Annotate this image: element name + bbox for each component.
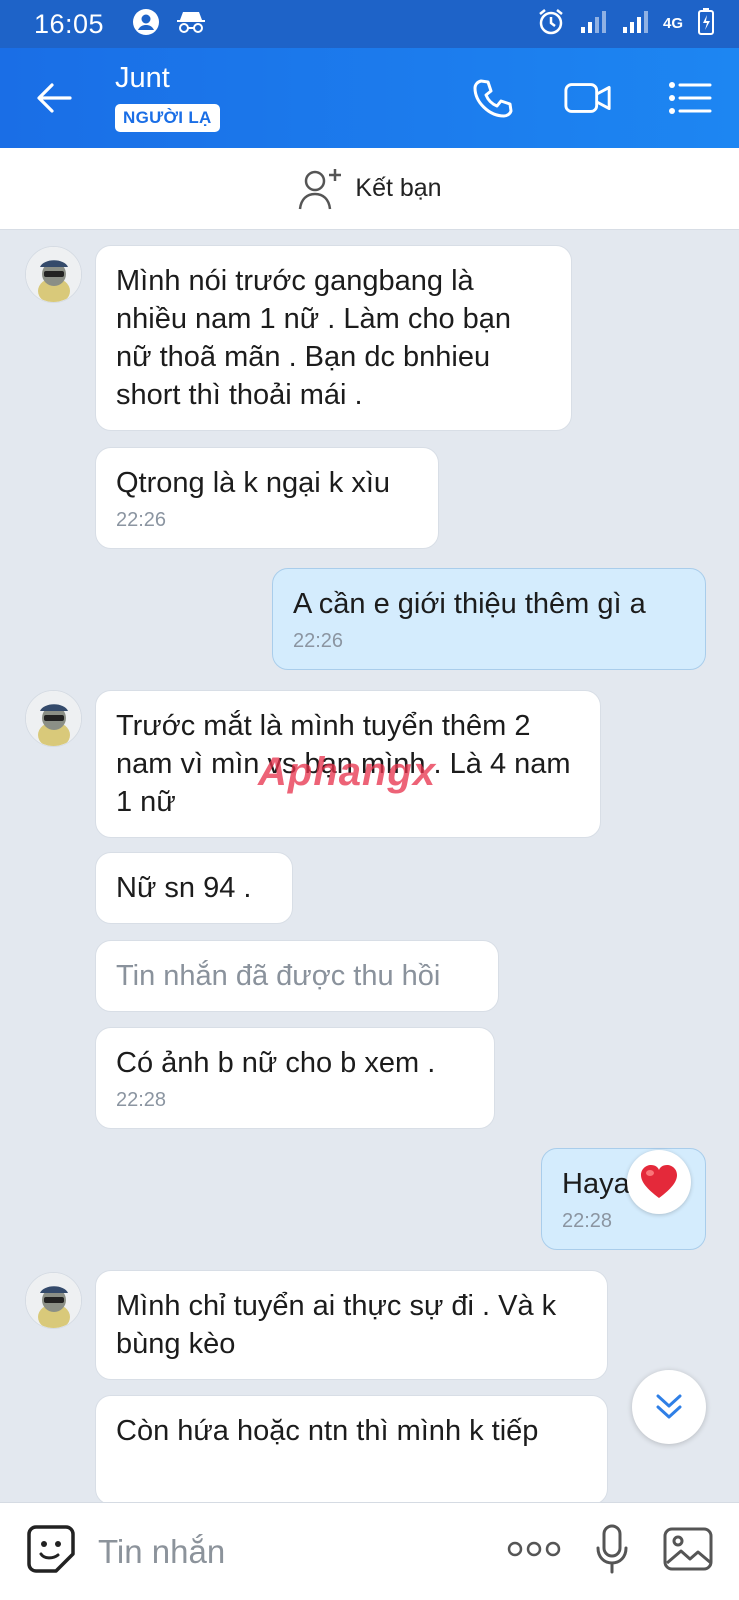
list-menu-icon [669,82,712,114]
phone-icon [473,79,513,118]
voice-record-button[interactable] [595,1524,629,1579]
double-chevron-down-icon [656,1394,682,1419]
message-bubble[interactable]: Mình chỉ tuyển ai thực sự đi . Và k bùng… [95,1270,608,1380]
chat-header: Junt NGƯỜI LẠ [0,48,739,148]
message-bubble[interactable]: A cần e giới thiệu thêm gì a 22:26 [272,568,706,670]
network-type-label: 4G [662,15,683,32]
image-picker-button[interactable] [663,1527,713,1576]
contact-name[interactable]: Junt [115,62,170,95]
message-bubble[interactable]: Qtrong là k ngại k xìu 22:26 [95,447,439,549]
arrow-left-icon [37,83,72,113]
menu-button[interactable] [665,74,715,122]
message-text: Qtrong là k ngại k xìu [116,467,391,499]
signal-icon [579,9,607,40]
status-time: 16:05 [34,8,105,39]
alarm-icon [537,8,565,41]
smiley-sticker-icon [27,1525,75,1573]
video-call-button[interactable] [563,74,613,122]
message-time: 22:26 [293,630,344,652]
profile-circle-icon [132,8,160,41]
message-bubble[interactable]: Mình nói trước gangbang là nhiều nam 1 n… [95,245,572,431]
message-time: 22:28 [116,1089,167,1111]
image-icon [663,1527,713,1571]
add-friend-button[interactable]: Kết bạn [0,148,739,230]
incognito-icon [176,9,206,40]
message-bubble[interactable]: Còn hứa hoặc ntn thì mình k tiếp [95,1395,608,1502]
message-composer: Tin nhắn [0,1502,739,1600]
contact-avatar[interactable] [25,690,82,747]
message-text: Mình nói trước gangbang là nhiều nam 1 n… [116,265,512,411]
message-text: A cần e giới thiệu thêm gì a [293,588,646,620]
contact-avatar[interactable] [25,246,82,303]
message-text: Còn hứa hoặc ntn thì mình k tiếp [116,1415,539,1447]
signal-icon [621,9,649,40]
watermark: Aphangx [258,750,437,794]
message-text: Nữ sn 94 . [116,872,252,904]
message-text: Tin nhắn đã được thu hồi [116,960,441,992]
recalled-message-bubble[interactable]: Tin nhắn đã được thu hồi [95,940,499,1012]
add-user-icon [299,168,342,209]
battery-icon [697,7,715,41]
message-bubble[interactable]: Có ảnh b nữ cho b xem . 22:28 [95,1027,495,1129]
message-input[interactable]: Tin nhắn [98,1533,507,1571]
more-options-button[interactable] [507,1539,561,1564]
message-list[interactable]: Mình nói trước gangbang là nhiều nam 1 n… [0,230,739,1502]
more-dots-icon [507,1541,561,1557]
status-bar: 16:05 4G [0,0,739,48]
message-bubble[interactable]: Nữ sn 94 . [95,852,293,924]
sticker-button[interactable] [26,1524,76,1579]
back-button[interactable] [34,78,78,118]
add-friend-label: Kết bạn [355,174,442,202]
message-time: 22:26 [116,509,167,531]
scroll-to-bottom-button[interactable] [632,1370,706,1444]
message-text: Mình chỉ tuyển ai thực sự đi . Và k bùng… [116,1290,557,1360]
microphone-icon [596,1524,628,1574]
voice-call-button[interactable] [468,74,518,122]
heart-reaction[interactable] [627,1150,691,1214]
video-camera-icon [564,83,611,113]
stranger-badge: NGƯỜI LẠ [115,104,220,132]
contact-avatar[interactable] [25,1272,82,1329]
heart-icon [641,1165,677,1198]
message-text: Có ảnh b nữ cho b xem . [116,1047,436,1079]
